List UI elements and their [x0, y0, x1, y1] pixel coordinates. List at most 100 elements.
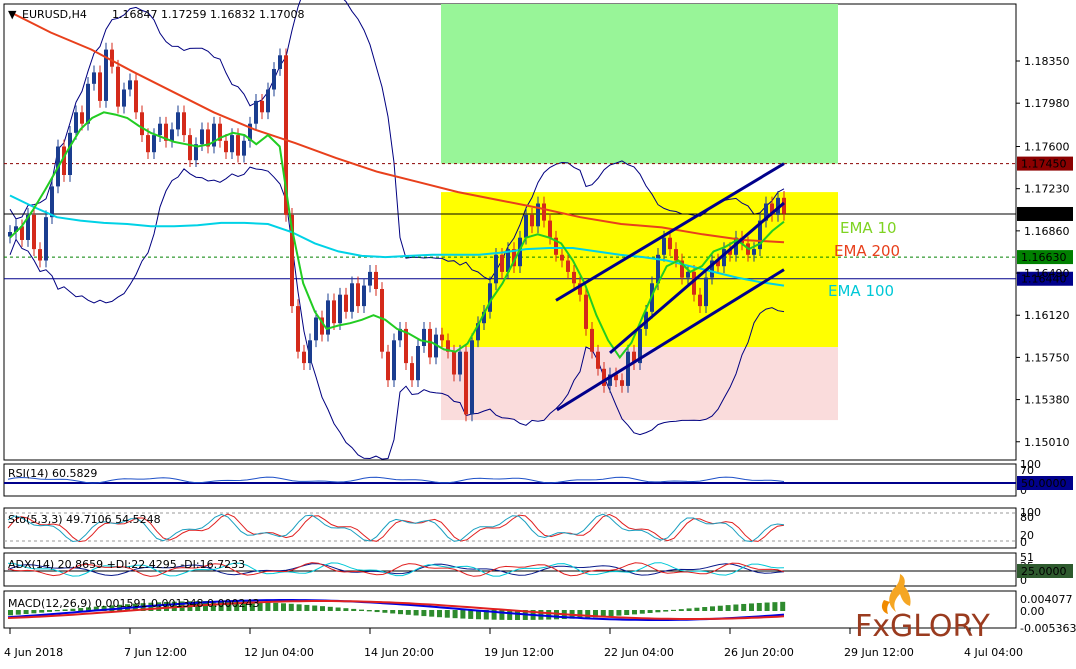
macd-histogram-bar [23, 610, 29, 615]
candle-body [338, 294, 342, 324]
level-label-0: 1.17450 [1021, 158, 1067, 171]
time-tick-label: 26 Jun 20:00 [724, 646, 794, 659]
candle-body [296, 306, 300, 352]
candle-body [254, 100, 258, 124]
rsi-label: RSI(14) 60.5829 [8, 467, 97, 480]
macd-histogram-bar [398, 610, 403, 615]
macd-histogram-bar [343, 608, 349, 611]
candle-body [392, 340, 396, 381]
macd-histogram-bar [304, 604, 310, 611]
macd-histogram-bar [374, 610, 380, 613]
macd-histogram-bar [281, 603, 286, 611]
macd-histogram-bar [780, 601, 786, 611]
candle-body [626, 351, 630, 386]
indicator-tick-label: 80 [1020, 511, 1034, 524]
macd-histogram-bar [460, 610, 466, 619]
macd-histogram-bar [296, 604, 302, 611]
candle-body [380, 289, 384, 352]
indicator-level-label-0: 50.0000 [1021, 477, 1067, 490]
candle-body [224, 140, 228, 153]
macd-histogram-bar [54, 610, 60, 612]
forex-chart: 1.174501.170081.166301.16440 1.183501.17… [3, 0, 1076, 659]
price-tick-label: 1.16490 [1024, 267, 1070, 280]
macd-histogram-bar [39, 610, 45, 613]
time-tick-label: 7 Jun 12:00 [124, 646, 187, 659]
macd-histogram-bar [756, 602, 762, 611]
candle-body [236, 135, 240, 156]
candle-body [152, 135, 156, 153]
macd-histogram-bar [320, 606, 325, 611]
candle-body [38, 249, 42, 261]
price-tick-label: 1.16860 [1024, 225, 1070, 238]
price-tick-label: 1.18350 [1024, 55, 1070, 68]
macd-histogram-bar [273, 602, 279, 611]
candle-body [140, 112, 144, 136]
macd-histogram-bar [546, 610, 552, 620]
candle-body [524, 214, 528, 238]
time-tick-label: 4 Jun 2018 [4, 646, 63, 659]
macd-histogram-bar [444, 610, 450, 618]
indicator-tick-label: 0 [1020, 536, 1027, 549]
candle-body [68, 132, 72, 175]
candle-body [584, 294, 588, 329]
candle-body [314, 317, 318, 341]
price-tick-label: 1.17600 [1024, 141, 1070, 154]
macd-histogram-bar [663, 610, 669, 612]
indicator-tick-label: -0.005363 [1020, 622, 1076, 635]
candle-body [494, 254, 498, 284]
candle-body [86, 83, 90, 124]
macd-histogram-bar [351, 608, 357, 611]
candle-body [278, 55, 282, 69]
candle-body [74, 112, 78, 133]
candle-body [686, 271, 690, 278]
candle-body [590, 328, 594, 352]
candle-body [188, 135, 192, 161]
macd-histogram-bar [288, 603, 294, 611]
macd-histogram-bar [616, 610, 622, 616]
candle-body [272, 68, 276, 90]
candle-body [368, 271, 372, 286]
candle-body [596, 351, 600, 369]
macd-histogram-bar [8, 610, 13, 616]
macd-histogram-bar [733, 604, 739, 611]
adx-label: ADX(14) 20.8659 +DI:22.4295 -DI:16.7233 [8, 558, 245, 571]
macd-histogram-bar [764, 602, 770, 611]
candle-body [128, 80, 132, 90]
macd-histogram-bar [390, 610, 396, 614]
chart-ohlc: 1.16847 1.17259 1.16832 1.17008 [112, 8, 304, 21]
candle-body [158, 123, 162, 136]
level-label-1: 1.17008 [1021, 208, 1067, 221]
candle-body [170, 129, 174, 141]
candle-body [560, 254, 564, 261]
time-tick-label: 4 Jul 04:00 [964, 646, 1023, 659]
candle-body [350, 283, 354, 312]
candle-body [422, 328, 426, 346]
zone-0 [441, 4, 838, 164]
candle-body [458, 351, 462, 375]
ema100-label: EMA 100 [828, 282, 894, 300]
macd-histogram-bar [686, 608, 692, 611]
ema200-label: EMA 200 [834, 242, 900, 260]
indicator-tick-label: 0.00 [1020, 605, 1045, 618]
stoch-label: Sto(5,3,3) 49.7106 54.5248 [8, 513, 161, 526]
panel-frame-1 [3, 463, 1017, 497]
candle-body [308, 340, 312, 364]
macd-histogram-bar [31, 610, 37, 614]
price-tick-label: 1.16120 [1024, 309, 1070, 322]
candle-body [302, 351, 306, 364]
time-tick-label: 29 Jun 12:00 [844, 646, 914, 659]
candle-body [542, 203, 546, 221]
macd-label: MACD(12,26,9) 0.001591 0.001348 0.000243 [8, 597, 260, 610]
candle-body [674, 249, 678, 261]
candle-body [572, 271, 576, 284]
time-tick-label: 14 Jun 20:00 [364, 646, 434, 659]
candle-body [44, 217, 48, 261]
chart-symbol: EURUSD,H4 [22, 8, 87, 21]
ema10-label: EMA 10 [840, 219, 897, 237]
macd-histogram-bar [655, 610, 661, 613]
candle-body [110, 49, 114, 67]
price-tick-label: 1.15750 [1024, 351, 1070, 364]
candle-body [362, 285, 366, 307]
macd-histogram-bar [647, 610, 653, 613]
macd-histogram-bar [717, 605, 723, 611]
